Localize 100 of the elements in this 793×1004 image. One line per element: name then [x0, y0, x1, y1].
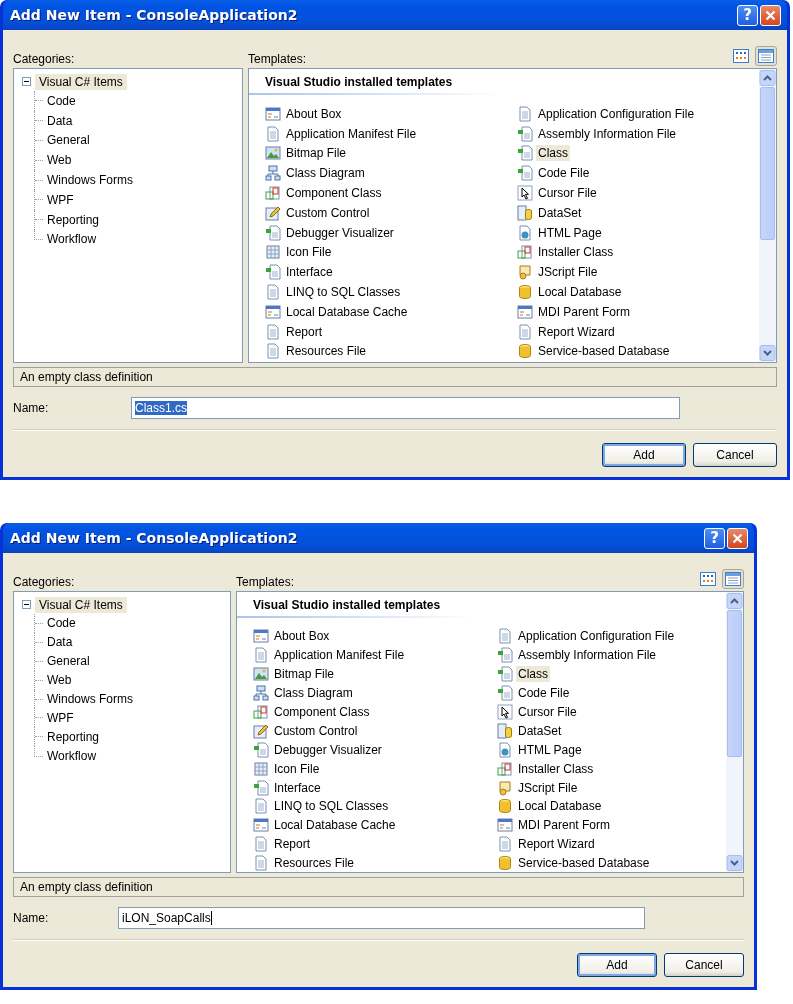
tree-item[interactable]: Data: [47, 635, 73, 650]
cancel-button[interactable]: Cancel: [693, 443, 777, 467]
template-item[interactable]: Report: [272, 836, 313, 853]
template-item[interactable]: Report Wizard: [536, 323, 617, 340]
template-item[interactable]: MDI Parent Form: [536, 303, 632, 320]
description-text: An empty class definition: [20, 370, 153, 384]
name-field[interactable]: iLON_SoapCalls: [118, 907, 645, 929]
template-item[interactable]: Assembly Information File: [536, 125, 679, 142]
template-item[interactable]: Component Class: [272, 704, 372, 720]
template-item[interactable]: DataSet: [516, 722, 564, 739]
template-item[interactable]: Cursor File: [536, 185, 599, 202]
template-item[interactable]: Icon File: [284, 244, 334, 261]
scroll-up-icon[interactable]: [726, 593, 743, 609]
template-item[interactable]: Bitmap File: [284, 145, 349, 162]
template-item[interactable]: Code File: [516, 685, 572, 702]
collapse-icon[interactable]: [22, 600, 31, 609]
tree-item[interactable]: Code: [47, 616, 76, 631]
view-toggle-button[interactable]: [697, 569, 719, 589]
categories-label: Categories:: [13, 52, 75, 66]
cancel-button[interactable]: Cancel: [664, 953, 744, 977]
template-item[interactable]: About Box: [284, 105, 344, 122]
tree-item[interactable]: General: [47, 654, 90, 669]
tree-item[interactable]: Windows Forms: [47, 692, 133, 706]
categories-label: Categories:: [13, 575, 75, 589]
template-item[interactable]: About Box: [272, 628, 332, 645]
tree-item[interactable]: WPF: [47, 710, 74, 725]
dataset-icon: [517, 204, 533, 221]
template-item[interactable]: Service-based Database: [516, 855, 652, 872]
template-item[interactable]: Custom Control: [284, 204, 372, 221]
template-item[interactable]: Report Wizard: [516, 836, 597, 853]
tree-item[interactable]: Data: [47, 113, 73, 128]
template-item[interactable]: Installer Class: [516, 760, 596, 777]
collapse-icon[interactable]: [22, 77, 31, 86]
template-item[interactable]: Application Configuration File: [516, 628, 677, 645]
template-item[interactable]: Class Diagram: [272, 685, 355, 702]
template-item[interactable]: Interface: [284, 264, 335, 281]
tree-item[interactable]: Reporting: [47, 212, 100, 227]
template-item[interactable]: Class: [516, 666, 550, 683]
close-button[interactable]: [727, 527, 748, 549]
scrollbar[interactable]: [726, 592, 743, 872]
template-item[interactable]: Application Configuration File: [536, 105, 697, 122]
template-item[interactable]: Report: [284, 323, 325, 340]
scroll-thumb[interactable]: [727, 610, 742, 757]
template-item[interactable]: Resources File: [284, 343, 369, 360]
template-item[interactable]: Interface: [272, 779, 323, 796]
template-item[interactable]: HTML Page: [516, 741, 584, 758]
tree-item[interactable]: Code: [47, 93, 76, 108]
template-item[interactable]: Debugger Visualizer: [272, 741, 384, 758]
template-item[interactable]: Local Database Cache: [284, 303, 410, 320]
template-item[interactable]: Class Diagram: [284, 165, 367, 182]
view-toggle-button[interactable]: [722, 569, 744, 589]
template-item[interactable]: Class: [536, 145, 570, 162]
scroll-up-icon[interactable]: [759, 70, 776, 86]
tree-item[interactable]: Web: [47, 153, 72, 168]
scroll-thumb[interactable]: [760, 87, 775, 241]
scrollbar[interactable]: [759, 69, 776, 362]
template-item[interactable]: Installer Class: [536, 244, 616, 261]
template-item[interactable]: Cursor File: [516, 704, 579, 720]
scroll-down-icon[interactable]: [759, 345, 776, 361]
template-item[interactable]: LINQ to SQL Classes: [284, 284, 403, 301]
close-button[interactable]: [760, 4, 781, 26]
template-item[interactable]: HTML Page: [536, 224, 604, 241]
template-item[interactable]: Debugger Visualizer: [284, 224, 396, 241]
help-button[interactable]: ?: [704, 527, 725, 549]
add-button[interactable]: Add: [602, 443, 686, 467]
tree-item[interactable]: General: [47, 133, 90, 148]
template-item[interactable]: Bitmap File: [272, 666, 337, 683]
template-item[interactable]: Local Database: [516, 798, 604, 815]
tree-item[interactable]: Windows Forms: [47, 173, 133, 188]
template-item[interactable]: Local Database Cache: [272, 817, 398, 834]
tree-item[interactable]: Visual C# Items: [35, 596, 127, 613]
template-item[interactable]: Icon File: [272, 760, 322, 777]
scroll-down-icon[interactable]: [726, 855, 743, 871]
template-item[interactable]: Code File: [536, 165, 592, 182]
tree-item[interactable]: Web: [47, 673, 72, 688]
template-item[interactable]: JScript File: [516, 779, 580, 796]
template-item[interactable]: DataSet: [536, 204, 584, 221]
document-icon: [265, 264, 281, 281]
template-item[interactable]: MDI Parent Form: [516, 817, 612, 834]
template-item[interactable]: Local Database: [536, 284, 624, 301]
template-item[interactable]: Custom Control: [272, 722, 360, 739]
template-item[interactable]: Application Manifest File: [272, 647, 407, 664]
tree-item[interactable]: Workflow: [47, 232, 97, 247]
tree-item[interactable]: Reporting: [47, 729, 100, 744]
document-icon: [253, 836, 269, 853]
view-toggle-button[interactable]: [755, 46, 777, 66]
view-toggle-button[interactable]: [730, 46, 752, 66]
template-item[interactable]: Component Class: [284, 185, 384, 202]
template-item[interactable]: Resources File: [272, 855, 357, 872]
template-item[interactable]: Service-based Database: [536, 343, 672, 360]
template-item[interactable]: Assembly Information File: [516, 647, 659, 664]
name-field[interactable]: Class1.cs: [131, 397, 680, 419]
tree-item[interactable]: Workflow: [47, 748, 97, 763]
help-button[interactable]: ?: [737, 4, 758, 26]
template-item[interactable]: JScript File: [536, 264, 600, 281]
add-button[interactable]: Add: [577, 953, 657, 977]
tree-item[interactable]: WPF: [47, 192, 74, 207]
tree-item[interactable]: Visual C# Items: [35, 73, 127, 90]
template-item[interactable]: Application Manifest File: [284, 125, 419, 142]
template-item[interactable]: LINQ to SQL Classes: [272, 798, 391, 815]
